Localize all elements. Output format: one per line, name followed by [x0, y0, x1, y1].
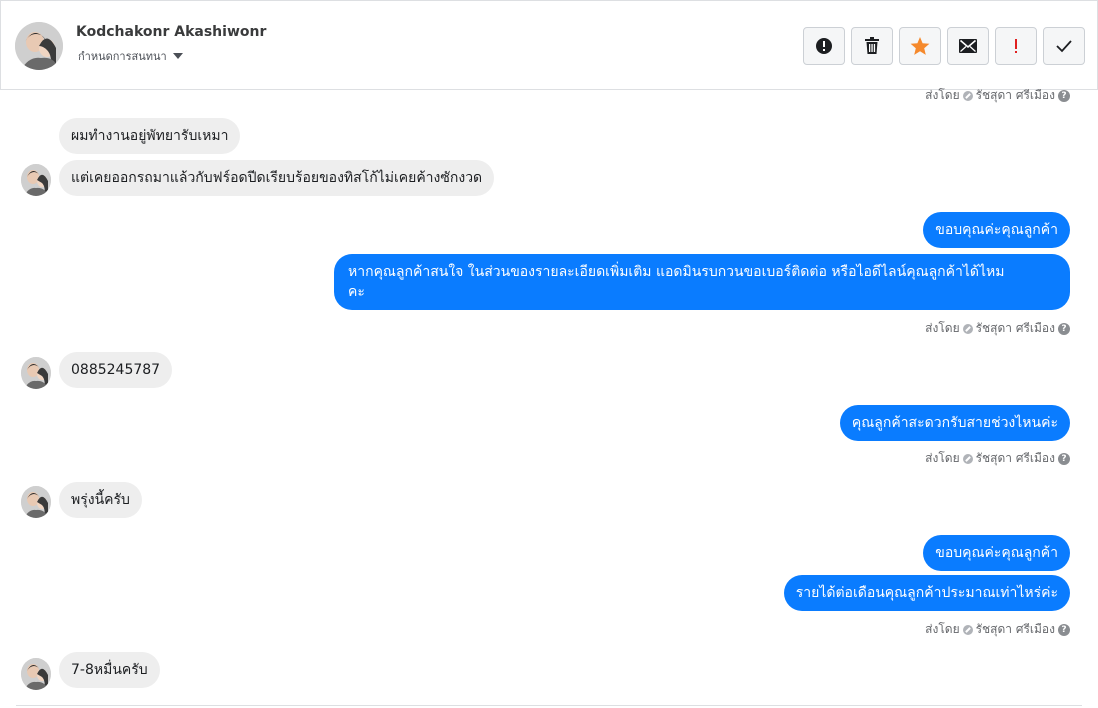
- exclamation-icon: [1015, 39, 1017, 53]
- message-line: หากคุณลูกค้าสนใจ ในส่วนของรายละเอียดเพิ่…: [348, 264, 1005, 280]
- incoming-message[interactable]: 7-8หมื่นครับ: [59, 652, 160, 688]
- outgoing-message[interactable]: รายได้ต่อเดือนคุณลูกค้าประมาณเท่าไหร่ค่ะ: [783, 575, 1070, 611]
- contact-avatar-small[interactable]: [21, 357, 51, 389]
- outgoing-message[interactable]: หากคุณลูกค้าสนใจ ในส่วนของรายละเอียดเพิ่…: [334, 254, 1070, 310]
- outgoing-message[interactable]: คุณลูกค้าสะดวกรับสายช่วงไหนค่ะ: [839, 405, 1070, 441]
- help-icon[interactable]: ?: [1058, 623, 1070, 636]
- sent-by-indicator: ส่งโดย รัชสุดา ศรีเมือง ?: [925, 86, 1070, 105]
- conversation-status-dropdown[interactable]: กำหนดการสนทนา: [78, 47, 183, 65]
- sent-by-indicator: ส่งโดย รัชสุดา ศรีเมือง ?: [925, 620, 1070, 639]
- contact-avatar-small[interactable]: [21, 164, 51, 196]
- message-thread[interactable]: ส่งโดย รัชสุดา ศรีเมือง ? ผมทำงานอยู่พัท…: [0, 88, 1098, 708]
- check-icon: [1056, 40, 1072, 53]
- contact-name[interactable]: Kodchakonr Akashiwonr: [76, 24, 266, 40]
- trash-icon: [865, 37, 879, 54]
- chevron-down-icon: [172, 53, 183, 59]
- verified-icon: [962, 90, 973, 101]
- conversation-status-label: กำหนดการสนทนา: [78, 50, 167, 63]
- sent-by-label: ส่งโดย: [925, 88, 960, 102]
- incoming-message[interactable]: แต่เคยออกรถมาแล้วกับฟร์อดปีดเรียบร้อยของ…: [59, 160, 495, 196]
- contact-avatar-small[interactable]: [21, 486, 51, 518]
- sent-by-indicator: ส่งโดย รัชสุดา ศรีเมือง ?: [925, 319, 1070, 338]
- composer-divider: [16, 705, 1082, 706]
- sender-name: รัชสุดา ศรีเมือง: [975, 88, 1055, 102]
- sent-by-label: ส่งโดย: [925, 622, 960, 636]
- envelope-icon: [959, 39, 977, 53]
- sender-name: รัชสุดา ศรีเมือง: [975, 622, 1055, 636]
- alert-button[interactable]: [803, 27, 845, 65]
- verified-icon: [962, 323, 973, 334]
- sent-by-indicator: ส่งโดย รัชสุดา ศรีเมือง ?: [925, 449, 1070, 468]
- alert-circle-icon: [816, 38, 832, 54]
- verified-icon: [962, 624, 973, 635]
- sent-by-label: ส่งโดย: [925, 321, 960, 335]
- help-icon[interactable]: ?: [1058, 452, 1070, 465]
- mark-done-button[interactable]: [1043, 27, 1085, 65]
- email-button[interactable]: [947, 27, 989, 65]
- conversation-header: Kodchakonr Akashiwonr กำหนดการสนทนา: [0, 0, 1098, 90]
- contact-avatar-small[interactable]: [21, 658, 51, 690]
- outgoing-message[interactable]: ขอบคุณค่ะคุณลูกค้า: [923, 535, 1070, 571]
- incoming-message[interactable]: พรุ่งนี้ครับ: [59, 482, 142, 518]
- delete-button[interactable]: [851, 27, 893, 65]
- outgoing-message[interactable]: ขอบคุณค่ะคุณลูกค้า: [923, 212, 1070, 248]
- sender-name: รัชสุดา ศรีเมือง: [975, 451, 1055, 465]
- conversation-window: Kodchakonr Akashiwonr กำหนดการสนทนา ส่งโ…: [0, 0, 1098, 708]
- important-button[interactable]: [995, 27, 1037, 65]
- verified-icon: [962, 453, 973, 464]
- help-icon[interactable]: ?: [1058, 322, 1070, 335]
- star-button[interactable]: [899, 27, 941, 65]
- sent-by-label: ส่งโดย: [925, 451, 960, 465]
- sender-name: รัชสุดา ศรีเมือง: [975, 321, 1055, 335]
- help-icon[interactable]: ?: [1058, 89, 1070, 102]
- message-line: คะ: [348, 284, 365, 300]
- header-actions: [803, 27, 1085, 65]
- incoming-message[interactable]: 0885245787: [59, 352, 173, 388]
- incoming-message[interactable]: ผมทำงานอยู่พัทยารับเหมา: [59, 118, 241, 154]
- star-icon: [910, 36, 930, 55]
- contact-avatar[interactable]: [15, 22, 63, 70]
